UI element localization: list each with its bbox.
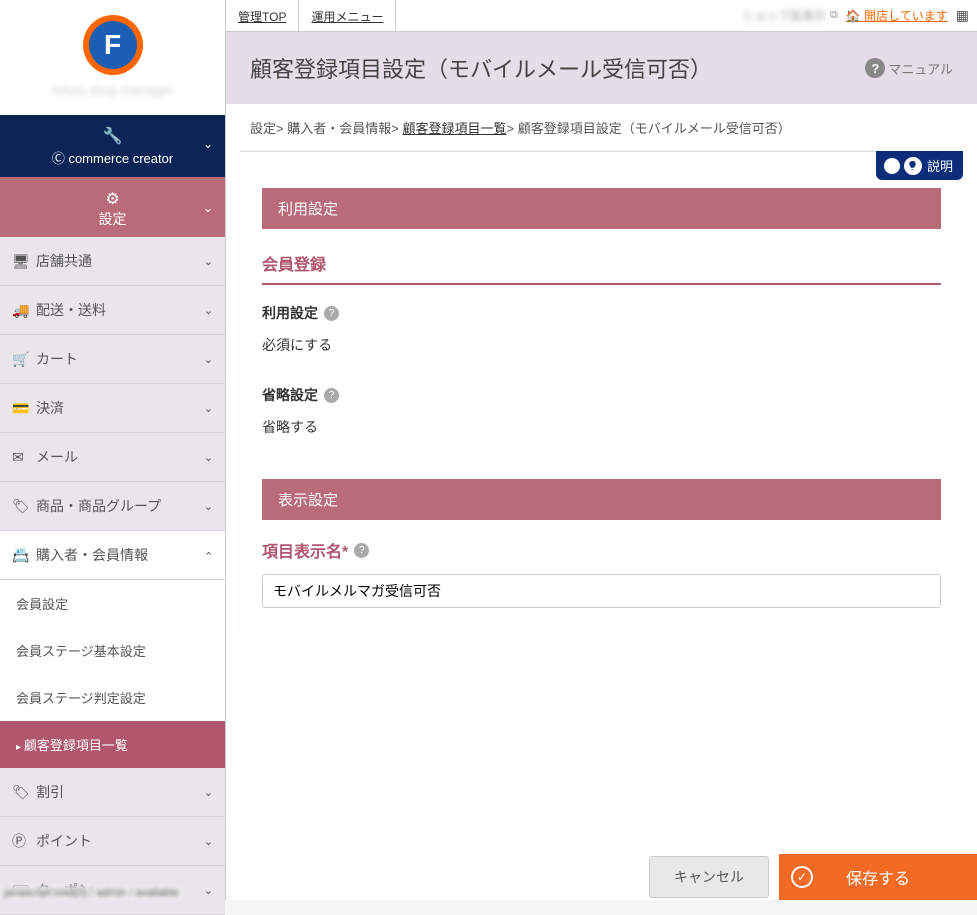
chevron-down-icon: ⌄ [204,884,213,897]
sidebar-item-cart[interactable]: 🛒 カート ⌄ [0,335,225,384]
display-name-input[interactable] [262,574,941,608]
breadcrumb: 設定> 購入者・会員情報> 顧客登録項目一覧> 顧客登録項目設定（モバイルメール… [226,104,977,151]
logo-icon: F [83,15,143,75]
topbar: 管理TOP 運用メニュー ショップ名表示 ⧉ 🏠 開店しています ▦ [226,0,977,32]
ops-menu-link[interactable]: 運用メニュー [299,0,396,31]
shop-name: ショップ名表示 [742,7,826,24]
question-icon: ? [865,58,885,78]
shop-open-link[interactable]: 🏠 開店しています [846,7,948,24]
field-label-abbrev: 省略設定 ? [262,385,941,405]
chevron-down-icon: ⌄ [203,137,213,151]
page-title: 顧客登録項目設定（モバイルメール受信可否） [250,52,865,84]
save-button[interactable]: ✓ 保存する [779,854,977,900]
sidebar-item-shipping[interactable]: 🚚 配送・送料 ⌄ [0,286,225,335]
chevron-down-icon: ⌄ [204,402,213,415]
sub-item-customer-fields[interactable]: 顧客登録項目一覧 [0,721,225,768]
logo-subtitle: future shop manager [15,83,210,98]
sidebar-item-store[interactable]: 🖥 店舗共通 ⌄ [0,237,225,286]
tag-icon: 🏷 [12,784,36,801]
chevron-down-icon: ⌄ [204,451,213,464]
truck-icon: 🚚 [12,302,36,319]
chevron-down-icon: ⌄ [204,255,213,268]
cart-icon: 🛒 [12,351,36,368]
content-card: 利用設定 会員登録 利用設定 ? 必須にする 省略設定 ? 省略する 表示設定 [240,151,963,630]
sidebar-item-discount[interactable]: 🏷 割引 ⌄ [0,768,225,817]
card-id-icon: 📇 [12,547,36,564]
field-label-usage: 利用設定 ? [262,303,941,323]
status-bar: javascript:void(0) / admin / available [0,886,183,900]
chevron-down-icon: ⌄ [204,786,213,799]
monitor-icon: 🖥 [12,253,36,270]
nav-settings[interactable]: ⚙ 設定 ⌄ [0,177,225,237]
bulb-icon [904,157,922,175]
admin-top-link[interactable]: 管理TOP [226,0,299,31]
chevron-down-icon: ⌄ [203,201,213,215]
info-icon[interactable]: ? [354,543,369,558]
logo-area: F future shop manager [0,0,225,115]
check-icon: ✓ [791,866,813,888]
chevron-down-icon: ⌄ [204,353,213,366]
section-display: 表示設定 [262,479,941,520]
chevron-up-icon: ⌄ [204,549,213,562]
display-name-label: 項目表示名* ? [262,520,941,564]
footer-bar: キャンセル ✓ 保存する [225,854,977,900]
field-value-abbrev: 省略する [262,405,941,445]
sub-item-stage-judge[interactable]: 会員ステージ判定設定 [0,674,225,721]
info-icon[interactable]: ? [324,388,339,403]
breadcrumb-link[interactable]: 顧客登録項目一覧 [402,121,506,136]
sidebar-item-payment[interactable]: 💳 決済 ⌄ [0,384,225,433]
nav-commerce-creator[interactable]: 🔧 Ⓒ commerce creator ⌄ [0,115,225,177]
sidebar-item-points[interactable]: Ⓟ ポイント ⌄ [0,817,225,866]
sub-heading-member: 会員登録 [262,237,941,285]
help-tab[interactable]: 説明 [876,151,963,180]
sidebar-item-members[interactable]: 📇 購入者・会員情報 ⌄ [0,531,225,580]
sub-item-member-settings[interactable]: 会員設定 [0,580,225,627]
mail-icon: ✉ [12,449,36,466]
manual-link[interactable]: ? マニュアル [865,58,953,78]
sidebar-item-products[interactable]: 🏷 商品・商品グループ ⌄ [0,482,225,531]
tag-icon: 🏷 [12,498,36,515]
field-value-usage: 必須にする [262,323,941,363]
info-icon[interactable]: ? [324,306,339,321]
external-link-icon[interactable]: ⧉ [830,9,838,22]
cancel-button[interactable]: キャンセル [649,856,769,898]
chevron-down-icon: ⌄ [204,304,213,317]
main-content: 管理TOP 運用メニュー ショップ名表示 ⧉ 🏠 開店しています ▦ 顧客登録項… [225,0,977,900]
chevron-down-icon: ⌄ [204,835,213,848]
sidebar-item-mail[interactable]: ✉ メール ⌄ [0,433,225,482]
section-usage: 利用設定 [262,188,941,229]
point-icon: Ⓟ [12,831,36,851]
gear-icon: ⚙ [12,189,213,209]
wrench-icon: 🔧 [103,128,123,145]
card-icon: 💳 [12,400,36,417]
sub-item-stage-basic[interactable]: 会員ステージ基本設定 [0,627,225,674]
sidebar: F future shop manager 🔧 Ⓒ commerce creat… [0,0,225,900]
chevron-down-icon: ⌄ [204,500,213,513]
page-header: 顧客登録項目設定（モバイルメール受信可否） ? マニュアル [226,32,977,104]
apps-grid-icon[interactable]: ▦ [956,7,969,24]
